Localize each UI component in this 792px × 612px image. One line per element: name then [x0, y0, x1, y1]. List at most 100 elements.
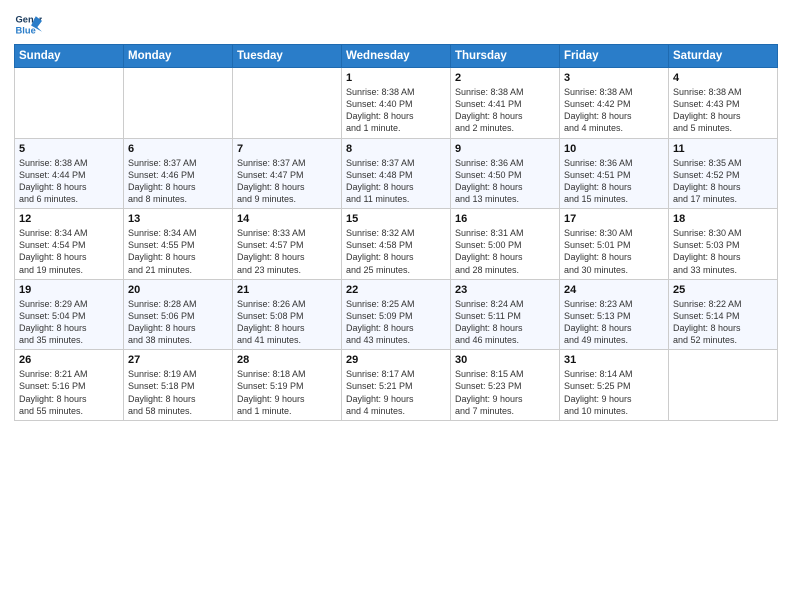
weekday-header-friday: Friday: [560, 45, 669, 68]
day-info: Sunrise: 8:37 AM Sunset: 4:47 PM Dayligh…: [237, 157, 337, 206]
day-number: 29: [346, 354, 446, 366]
day-cell: 5 Sunrise: 8:38 AM Sunset: 4:44 PM Daylig…: [15, 138, 124, 209]
day-number: 9: [455, 143, 555, 155]
day-number: 3: [564, 72, 664, 84]
day-info: Sunrise: 8:19 AM Sunset: 5:18 PM Dayligh…: [128, 368, 228, 417]
day-cell: 25 Sunrise: 8:22 AM Sunset: 5:14 PM Dayli…: [669, 279, 778, 350]
day-number: 17: [564, 213, 664, 225]
day-info: Sunrise: 8:24 AM Sunset: 5:11 PM Dayligh…: [455, 298, 555, 347]
day-info: Sunrise: 8:35 AM Sunset: 4:52 PM Dayligh…: [673, 157, 773, 206]
day-info: Sunrise: 8:38 AM Sunset: 4:41 PM Dayligh…: [455, 86, 555, 135]
day-number: 30: [455, 354, 555, 366]
day-number: 5: [19, 143, 119, 155]
day-info: Sunrise: 8:34 AM Sunset: 4:55 PM Dayligh…: [128, 227, 228, 276]
day-cell: 7 Sunrise: 8:37 AM Sunset: 4:47 PM Daylig…: [233, 138, 342, 209]
day-number: 14: [237, 213, 337, 225]
day-number: 28: [237, 354, 337, 366]
day-info: Sunrise: 8:28 AM Sunset: 5:06 PM Dayligh…: [128, 298, 228, 347]
day-cell: 21 Sunrise: 8:26 AM Sunset: 5:08 PM Dayli…: [233, 279, 342, 350]
day-info: Sunrise: 8:31 AM Sunset: 5:00 PM Dayligh…: [455, 227, 555, 276]
day-number: 22: [346, 284, 446, 296]
header: General Blue: [14, 10, 778, 38]
day-cell: 2 Sunrise: 8:38 AM Sunset: 4:41 PM Daylig…: [451, 68, 560, 139]
day-info: Sunrise: 8:37 AM Sunset: 4:48 PM Dayligh…: [346, 157, 446, 206]
day-number: 10: [564, 143, 664, 155]
day-number: 4: [673, 72, 773, 84]
day-cell: 6Sunrise: 8:37 AM Sunset: 4:46 PM Daylig…: [124, 138, 233, 209]
week-row-3: 12Sunrise: 8:34 AM Sunset: 4:54 PM Dayli…: [15, 209, 778, 280]
day-info: Sunrise: 8:23 AM Sunset: 5:13 PM Dayligh…: [564, 298, 664, 347]
weekday-header-sunday: Sunday: [15, 45, 124, 68]
day-cell: 28 Sunrise: 8:18 AM Sunset: 5:19 PM Dayli…: [233, 350, 342, 421]
day-cell: 3 Sunrise: 8:38 AM Sunset: 4:42 PM Daylig…: [560, 68, 669, 139]
weekday-header-row: SundayMondayTuesdayWednesdayThursdayFrid…: [15, 45, 778, 68]
day-info: Sunrise: 8:14 AM Sunset: 5:25 PM Dayligh…: [564, 368, 664, 417]
week-row-2: 5 Sunrise: 8:38 AM Sunset: 4:44 PM Daylig…: [15, 138, 778, 209]
day-cell: 20 Sunrise: 8:28 AM Sunset: 5:06 PM Dayli…: [124, 279, 233, 350]
day-info: Sunrise: 8:17 AM Sunset: 5:21 PM Dayligh…: [346, 368, 446, 417]
logo: General Blue: [14, 10, 46, 38]
week-row-1: 1 Sunrise: 8:38 AM Sunset: 4:40 PM Daylig…: [15, 68, 778, 139]
day-number: 13: [128, 213, 228, 225]
logo-icon: General Blue: [14, 10, 42, 38]
day-number: 21: [237, 284, 337, 296]
day-cell: 22 Sunrise: 8:25 AM Sunset: 5:09 PM Dayli…: [342, 279, 451, 350]
day-cell: 31Sunrise: 8:14 AM Sunset: 5:25 PM Dayli…: [560, 350, 669, 421]
day-info: Sunrise: 8:29 AM Sunset: 5:04 PM Dayligh…: [19, 298, 119, 347]
day-info: Sunrise: 8:30 AM Sunset: 5:03 PM Dayligh…: [673, 227, 773, 276]
day-info: Sunrise: 8:37 AM Sunset: 4:46 PM Dayligh…: [128, 157, 228, 206]
day-info: Sunrise: 8:38 AM Sunset: 4:44 PM Dayligh…: [19, 157, 119, 206]
week-row-4: 19 Sunrise: 8:29 AM Sunset: 5:04 PM Dayli…: [15, 279, 778, 350]
day-cell: 16Sunrise: 8:31 AM Sunset: 5:00 PM Dayli…: [451, 209, 560, 280]
day-cell: [669, 350, 778, 421]
day-number: 11: [673, 143, 773, 155]
weekday-header-monday: Monday: [124, 45, 233, 68]
day-cell: 11 Sunrise: 8:35 AM Sunset: 4:52 PM Dayli…: [669, 138, 778, 209]
day-info: Sunrise: 8:25 AM Sunset: 5:09 PM Dayligh…: [346, 298, 446, 347]
day-cell: 9 Sunrise: 8:36 AM Sunset: 4:50 PM Daylig…: [451, 138, 560, 209]
day-number: 1: [346, 72, 446, 84]
day-info: Sunrise: 8:38 AM Sunset: 4:40 PM Dayligh…: [346, 86, 446, 135]
day-info: Sunrise: 8:38 AM Sunset: 4:42 PM Dayligh…: [564, 86, 664, 135]
day-number: 7: [237, 143, 337, 155]
day-cell: 17 Sunrise: 8:30 AM Sunset: 5:01 PM Dayli…: [560, 209, 669, 280]
weekday-header-tuesday: Tuesday: [233, 45, 342, 68]
day-cell: 8Sunrise: 8:37 AM Sunset: 4:48 PM Daylig…: [342, 138, 451, 209]
day-cell: 10 Sunrise: 8:36 AM Sunset: 4:51 PM Dayli…: [560, 138, 669, 209]
day-info: Sunrise: 8:32 AM Sunset: 4:58 PM Dayligh…: [346, 227, 446, 276]
day-info: Sunrise: 8:33 AM Sunset: 4:57 PM Dayligh…: [237, 227, 337, 276]
day-number: 25: [673, 284, 773, 296]
day-cell: 27 Sunrise: 8:19 AM Sunset: 5:18 PM Dayli…: [124, 350, 233, 421]
day-number: 12: [19, 213, 119, 225]
day-cell: 23Sunrise: 8:24 AM Sunset: 5:11 PM Dayli…: [451, 279, 560, 350]
day-number: 19: [19, 284, 119, 296]
day-info: Sunrise: 8:15 AM Sunset: 5:23 PM Dayligh…: [455, 368, 555, 417]
day-info: Sunrise: 8:26 AM Sunset: 5:08 PM Dayligh…: [237, 298, 337, 347]
day-info: Sunrise: 8:38 AM Sunset: 4:43 PM Dayligh…: [673, 86, 773, 135]
weekday-header-wednesday: Wednesday: [342, 45, 451, 68]
day-cell: [233, 68, 342, 139]
day-number: 2: [455, 72, 555, 84]
weekday-header-thursday: Thursday: [451, 45, 560, 68]
day-cell: 26 Sunrise: 8:21 AM Sunset: 5:16 PM Dayli…: [15, 350, 124, 421]
day-cell: 24 Sunrise: 8:23 AM Sunset: 5:13 PM Dayli…: [560, 279, 669, 350]
day-info: Sunrise: 8:30 AM Sunset: 5:01 PM Dayligh…: [564, 227, 664, 276]
day-info: Sunrise: 8:36 AM Sunset: 4:51 PM Dayligh…: [564, 157, 664, 206]
day-info: Sunrise: 8:21 AM Sunset: 5:16 PM Dayligh…: [19, 368, 119, 417]
day-cell: 15Sunrise: 8:32 AM Sunset: 4:58 PM Dayli…: [342, 209, 451, 280]
day-number: 26: [19, 354, 119, 366]
day-info: Sunrise: 8:36 AM Sunset: 4:50 PM Dayligh…: [455, 157, 555, 206]
day-cell: 13 Sunrise: 8:34 AM Sunset: 4:55 PM Dayli…: [124, 209, 233, 280]
day-cell: 12Sunrise: 8:34 AM Sunset: 4:54 PM Dayli…: [15, 209, 124, 280]
day-number: 24: [564, 284, 664, 296]
week-row-5: 26 Sunrise: 8:21 AM Sunset: 5:16 PM Dayli…: [15, 350, 778, 421]
day-cell: [124, 68, 233, 139]
calendar-page: General Blue SundayMondayTuesdayWednesda…: [0, 0, 792, 612]
day-cell: 1 Sunrise: 8:38 AM Sunset: 4:40 PM Daylig…: [342, 68, 451, 139]
day-info: Sunrise: 8:18 AM Sunset: 5:19 PM Dayligh…: [237, 368, 337, 417]
day-number: 20: [128, 284, 228, 296]
day-cell: 14 Sunrise: 8:33 AM Sunset: 4:57 PM Dayli…: [233, 209, 342, 280]
day-cell: 4 Sunrise: 8:38 AM Sunset: 4:43 PM Daylig…: [669, 68, 778, 139]
day-number: 27: [128, 354, 228, 366]
day-info: Sunrise: 8:22 AM Sunset: 5:14 PM Dayligh…: [673, 298, 773, 347]
